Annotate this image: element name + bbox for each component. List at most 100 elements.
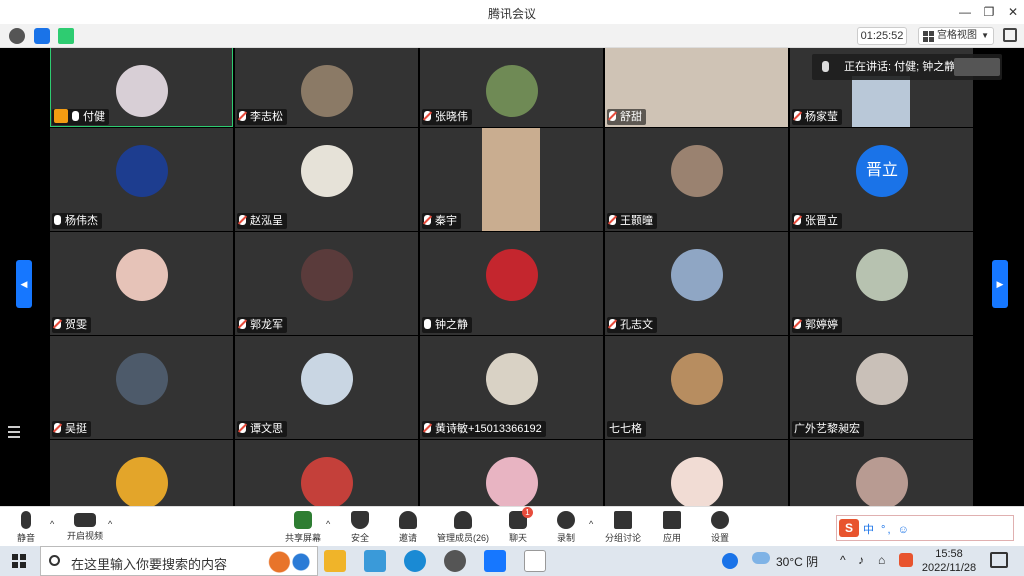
participant-tile[interactable]: 七七格 [605,336,788,439]
participant-name: 张晓伟 [435,111,468,123]
participant-tile[interactable] [50,440,233,506]
notification-icon[interactable] [990,552,1008,568]
host-icon [54,109,68,123]
participant-name-tag: 赵泓呈 [237,213,287,229]
minimize-button[interactable]: — [954,2,976,22]
participant-tile[interactable]: 钟之静 [420,232,603,335]
taskbar-search[interactable]: 在这里输入你要搜索的内容 [40,546,318,576]
signal-icon[interactable] [58,28,74,44]
participant-tile[interactable]: 黄诗敏+15013366192 [420,336,603,439]
avatar [856,353,908,405]
participant-tile[interactable]: 郭婷婷 [790,232,973,335]
record-button[interactable]: 录制 [536,509,596,547]
mic-muted-icon [609,111,616,121]
participant-tile[interactable]: 舒甜 [605,48,788,127]
clock-date: 2022/11/28 [921,562,977,574]
mic-icon [72,111,79,121]
meeting-toolbar: 01:25:52 宫格视图 ▼ [0,24,1024,48]
avatar [486,249,538,301]
ime-toolbar[interactable]: S 中 °, ☺ [836,515,1014,541]
weather-text[interactable]: 30°C 阴 [776,553,818,570]
restore-button[interactable]: ❐ [978,2,1000,22]
participant-tile[interactable]: 赵泓呈 [235,128,418,231]
view-mode-button[interactable]: 宫格视图 ▼ [918,27,994,45]
members-icon [454,511,472,529]
video-button[interactable]: 开启视频 [55,509,115,547]
record-icon [557,511,575,529]
participant-tile[interactable]: 王颢曈 [605,128,788,231]
settings-label: 设置 [710,533,729,543]
fullscreen-icon[interactable] [1003,28,1017,42]
participant-tile[interactable]: 秦宇 [420,128,603,231]
participant-tile[interactable]: 贺雯 [50,232,233,335]
participant-name: 谭文思 [250,423,283,435]
share-screen-button[interactable]: 共享屏幕 [273,509,333,547]
info-icon[interactable] [9,28,25,44]
windows-start-icon[interactable] [12,554,26,568]
edge-icon[interactable] [404,550,426,572]
participant-tile[interactable]: 谭文思 [235,336,418,439]
mic-muted-icon [609,215,616,225]
participant-name-tag: 七七格 [607,421,646,437]
next-page-button[interactable]: ▶ [992,260,1008,308]
sogou-tray-icon[interactable] [899,553,913,567]
participant-tile[interactable]: 吴挺 [50,336,233,439]
participant-tile[interactable]: 张晓伟 [420,48,603,127]
invite-button[interactable]: 邀请 [378,509,438,547]
avatar [116,353,168,405]
participant-tile[interactable] [605,440,788,506]
sogou-logo-icon: S [839,519,859,537]
record-label: 录制 [556,533,575,543]
participant-name-tag: 孔志文 [607,317,657,333]
meeting-timer: 01:25:52 [857,27,907,45]
file-explorer-icon[interactable] [324,550,346,572]
avatar [116,249,168,301]
participant-tile[interactable]: 杨伟杰 [50,128,233,231]
volume-icon[interactable]: ♪ [858,553,864,567]
participant-tile[interactable]: 晋立 张晋立 [790,128,973,231]
app-icon[interactable] [364,550,386,572]
participant-name: 杨家莹 [805,111,838,123]
participant-name-tag: 张晓伟 [422,109,472,125]
mute-button[interactable]: 静音 [0,509,56,547]
participant-name-tag: 郭婷婷 [792,317,842,333]
tencent-meeting-icon[interactable] [484,550,506,572]
settings-button[interactable]: 设置 [690,509,750,547]
participant-name-tag: 李志松 [237,109,287,125]
participant-tile[interactable]: 广外艺黎昶宏 [790,336,973,439]
chevron-up-icon[interactable]: ^ [50,519,54,529]
meeting-controls: 静音 ^ 开启视频 ^ 共享屏幕 ^ 安全 邀请 管理成员(26) 1 聊天 录… [0,506,1024,546]
avatar-initials: 晋立 [856,145,908,197]
avatar [671,249,723,301]
participant-tile[interactable] [420,440,603,506]
participant-tile[interactable] [790,440,973,506]
search-highlight-icon [265,550,313,574]
clock[interactable]: 15:58 2022/11/28 [916,547,982,575]
chevron-up-icon[interactable]: ^ [108,519,112,529]
avatar [301,353,353,405]
invite-label: 邀请 [398,533,417,543]
prev-page-button[interactable]: ◀ [16,260,32,308]
share-screen-icon [294,511,312,529]
participant-tile[interactable]: 李志松 [235,48,418,127]
participant-tile[interactable]: 孔志文 [605,232,788,335]
document-icon[interactable] [524,550,546,572]
video-feed [852,76,910,127]
mic-icon [822,61,829,72]
close-button[interactable]: ✕ [1002,2,1024,22]
avatar [486,457,538,506]
network-icon[interactable]: ⌂ [878,553,885,567]
mic-muted-icon [424,111,431,121]
participant-tile[interactable]: 付健 [50,48,233,127]
list-icon[interactable] [8,426,20,438]
participant-tile[interactable]: 郭龙军 [235,232,418,335]
avatar [116,145,168,197]
chevron-up-icon[interactable]: ^ [840,553,846,567]
help-icon[interactable] [722,553,738,569]
manage-members-button[interactable]: 管理成员(26) [433,509,493,547]
mic-muted-icon [424,423,431,433]
settings-app-icon[interactable] [444,550,466,572]
shield-icon[interactable] [34,28,50,44]
participant-tile[interactable] [235,440,418,506]
apps-icon [663,511,681,529]
